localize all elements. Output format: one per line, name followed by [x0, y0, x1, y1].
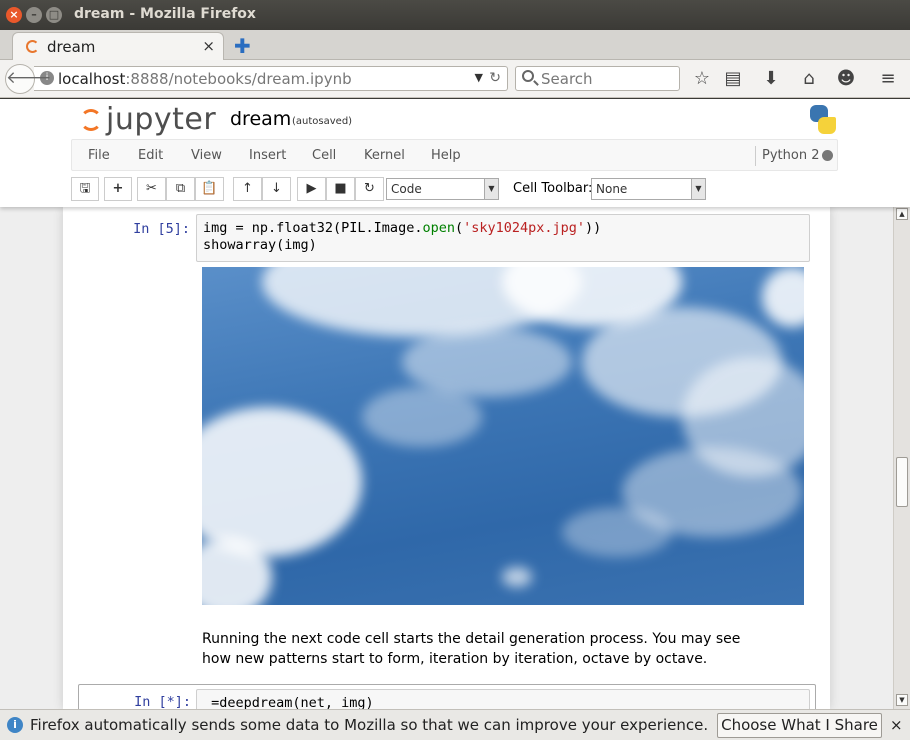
url-bar[interactable]: i localhost:8888/notebooks/dream.ipynb ▼… [34, 66, 508, 91]
cell-input-prompt-running: In [*]: [134, 694, 191, 709]
code-cell-input-running[interactable]: _=deepdream(net, img) [196, 689, 810, 709]
scrollbar-thumb[interactable] [896, 457, 908, 507]
new-tab-icon[interactable]: ✚ [234, 34, 251, 58]
notebook-page: In [5]: img = np.float32(PIL.Image.open(… [63, 207, 830, 709]
menu-help[interactable]: Help [431, 148, 461, 163]
menu-file[interactable]: File [88, 148, 110, 163]
cell-type-select[interactable]: Code ▼ [386, 178, 499, 200]
kernel-name: Python 2 [755, 146, 819, 166]
chevron-down-icon: ▼ [691, 179, 705, 199]
hamburger-menu-icon[interactable]: ≡ [877, 68, 899, 89]
run-button[interactable]: ▶ [297, 177, 326, 201]
jupyter-logo-text: jupyter [106, 102, 217, 137]
choose-what-i-share-button[interactable]: Choose What I Share [717, 713, 882, 738]
menu-insert[interactable]: Insert [249, 148, 286, 163]
window-maximize-button[interactable]: □ [46, 7, 62, 23]
jupyter-logo-icon [80, 109, 102, 131]
notebook-toolbar: 🖫 + ✂ ⧉ 📋 ↑ ↓ ▶ ■ ↻ Code ▼ Cell Toolbar:… [71, 177, 838, 203]
window-close-button[interactable]: × [6, 7, 22, 23]
home-icon[interactable]: ⌂ [798, 68, 820, 89]
url-path: :8888/notebooks/dream.ipynb [125, 70, 352, 88]
reload-icon[interactable]: ↻ [489, 70, 501, 86]
url-text[interactable]: localhost:8888/notebooks/dream.ipynb [58, 70, 352, 88]
notebook-name[interactable]: dream [230, 108, 291, 130]
paste-button[interactable]: 📋 [195, 177, 224, 201]
search-placeholder: Search [541, 70, 593, 88]
tab-label: dream [47, 38, 96, 56]
python-logo-icon [808, 105, 838, 135]
restart-button[interactable]: ↻ [355, 177, 384, 201]
cell-toolbar-label: Cell Toolbar: [513, 181, 593, 196]
bookmark-star-icon[interactable]: ☆ [691, 68, 713, 89]
scroll-down-icon[interactable]: ▼ [896, 694, 908, 706]
notification-bar: i Firefox automatically sends some data … [0, 709, 910, 740]
window-titlebar: × – □ dream - Mozilla Firefox [0, 0, 910, 30]
cut-button[interactable]: ✂ [137, 177, 166, 201]
notification-text: Firefox automatically sends some data to… [30, 716, 709, 734]
reader-list-icon[interactable]: ▤ [722, 68, 744, 89]
cell-input-prompt: In [5]: [133, 221, 190, 237]
close-icon[interactable]: × [890, 716, 903, 734]
kernel-status-icon [822, 150, 833, 161]
menu-kernel[interactable]: Kernel [364, 148, 405, 163]
autosave-status: (autosaved) [292, 116, 353, 127]
window-minimize-button[interactable]: – [26, 7, 42, 23]
move-up-button[interactable]: ↑ [233, 177, 262, 201]
search-icon [522, 70, 534, 82]
jupyter-header: jupyter dream (autosaved) File Edit View… [0, 99, 910, 207]
tab-close-icon[interactable]: × [202, 37, 215, 55]
cell-toolbar-select[interactable]: None ▼ [591, 178, 706, 200]
copy-button[interactable]: ⧉ [166, 177, 195, 201]
chat-icon[interactable]: ☻ [835, 68, 857, 89]
url-dropdown-icon[interactable]: ▼ [475, 71, 483, 84]
code-cell-input[interactable]: img = np.float32(PIL.Image.open('sky1024… [196, 214, 810, 262]
search-input[interactable]: Search [515, 66, 680, 91]
info-icon: i [7, 717, 23, 733]
navigation-bar: i localhost:8888/notebooks/dream.ipynb ▼… [0, 60, 910, 98]
cell-type-value: Code [391, 182, 422, 196]
url-host: localhost [58, 70, 126, 88]
menu-cell[interactable]: Cell [312, 148, 336, 163]
tab-strip: dream × ✚ [0, 30, 910, 60]
menu-view[interactable]: View [191, 148, 222, 163]
stop-button[interactable]: ■ [326, 177, 355, 201]
jupyter-favicon-icon [26, 40, 39, 53]
cell-toolbar-value: None [596, 182, 628, 196]
window-title: dream - Mozilla Firefox [74, 6, 256, 22]
insert-cell-button[interactable]: + [104, 177, 132, 201]
menu-edit[interactable]: Edit [138, 148, 163, 163]
back-button[interactable]: 🡐 [5, 64, 52, 94]
download-icon[interactable]: ⬇ [760, 68, 782, 89]
running-cell[interactable]: In [*]: _=deepdream(net, img) [78, 684, 816, 709]
scroll-up-icon[interactable]: ▲ [896, 208, 908, 220]
markdown-cell-text[interactable]: Running the next code cell starts the de… [202, 629, 762, 669]
vertical-scrollbar[interactable]: ▲ ▼ [893, 207, 910, 709]
chevron-down-icon: ▼ [484, 179, 498, 199]
sky-output-image [202, 267, 804, 605]
notebook-menubar: File Edit View Insert Cell Kernel Help P… [71, 139, 838, 171]
tab-dream[interactable]: dream × [12, 32, 224, 60]
save-button[interactable]: 🖫 [71, 177, 99, 201]
notebook-area: In [5]: img = np.float32(PIL.Image.open(… [0, 207, 893, 709]
move-down-button[interactable]: ↓ [262, 177, 291, 201]
